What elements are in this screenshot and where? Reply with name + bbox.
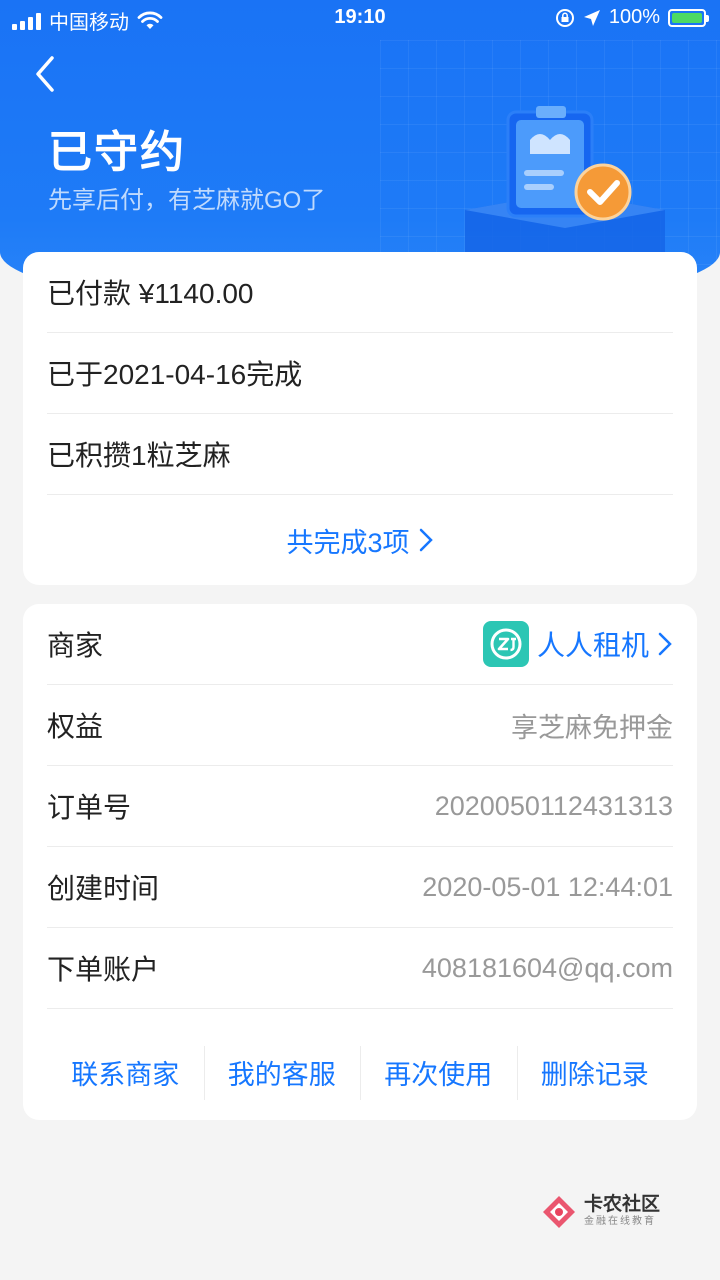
action-bar: 联系商家 我的客服 再次使用 删除记录 (47, 1024, 673, 1120)
chevron-right-icon (658, 632, 672, 656)
watermark-title: 卡农社区 (584, 1194, 661, 1215)
merchant-name: 人人租机 (536, 630, 649, 661)
battery-icon (668, 8, 709, 27)
location-icon (583, 9, 600, 26)
benefit-row: 权益 享芝麻免押金 (47, 685, 673, 766)
lock-rotation-icon (555, 8, 574, 27)
page-subtitle: 先享后付，有芝麻就GO了 (48, 187, 326, 214)
back-button[interactable] (30, 52, 70, 96)
back-arrow-icon (36, 56, 54, 92)
details-card: 商家 人人租机 权益 享芝麻免押金 订单号 2020050112431313 创… (23, 604, 697, 1120)
paid-row: 已付款 ¥1140.00 (47, 252, 673, 333)
benefit-value: 享芝麻免押金 (511, 712, 673, 743)
paid-amount: 已付款 ¥1140.00 (47, 278, 254, 309)
account-row: 下单账户 408181604@qq.com (47, 928, 673, 1009)
check-icon (574, 163, 632, 221)
completed-date: 已于2021-04-16完成 (47, 359, 303, 390)
created-time-row: 创建时间 2020-05-01 12:44:01 (47, 847, 673, 928)
account-label: 下单账户 (47, 954, 160, 985)
status-bar: 中国移动 19:10 100% (0, 0, 720, 36)
page-title: 已守约 (48, 128, 186, 177)
order-number-row: 订单号 2020050112431313 (47, 766, 673, 847)
total-completed-link[interactable]: 共完成3项 (47, 495, 673, 585)
clipboard-illustration (465, 106, 665, 270)
merchant-link[interactable]: 人人租机 (482, 621, 673, 667)
total-completed-text: 共完成3项 (286, 527, 410, 558)
merchant-logo-icon (482, 621, 529, 667)
chevron-right-icon (419, 528, 433, 552)
watermark-logo-icon (543, 1196, 575, 1228)
created-time-value: 2020-05-01 12:44:01 (422, 871, 673, 902)
battery-percent: 100% (608, 6, 660, 28)
completed-row: 已于2021-04-16完成 (47, 333, 673, 414)
summary-card: 已付款 ¥1140.00 已于2021-04-16完成 已积攒1粒芝麻 共完成3… (23, 252, 697, 585)
page: 中国移动 19:10 100% 已守约 先享后付，有芝麻就GO了 已付款 ¥11… (0, 0, 720, 1280)
contact-merchant-button[interactable]: 联系商家 (47, 1024, 204, 1120)
accumulated-text: 已积攒1粒芝麻 (47, 440, 231, 471)
order-number-value: 2020050112431313 (434, 790, 673, 821)
delete-record-button[interactable]: 删除记录 (516, 1024, 674, 1120)
merchant-label: 商家 (47, 630, 104, 661)
use-again-button[interactable]: 再次使用 (360, 1024, 517, 1120)
customer-service-button[interactable]: 我的客服 (203, 1024, 361, 1120)
merchant-row[interactable]: 商家 人人租机 (47, 604, 673, 685)
account-value: 408181604@qq.com (421, 952, 673, 983)
watermark: 卡农社区 金融在线教育 (540, 1190, 670, 1234)
watermark-subtitle: 金融在线教育 (584, 1216, 656, 1227)
benefit-label: 权益 (47, 711, 104, 742)
accumulated-row: 已积攒1粒芝麻 (47, 414, 673, 495)
created-time-label: 创建时间 (47, 873, 160, 904)
order-number-label: 订单号 (47, 792, 132, 823)
